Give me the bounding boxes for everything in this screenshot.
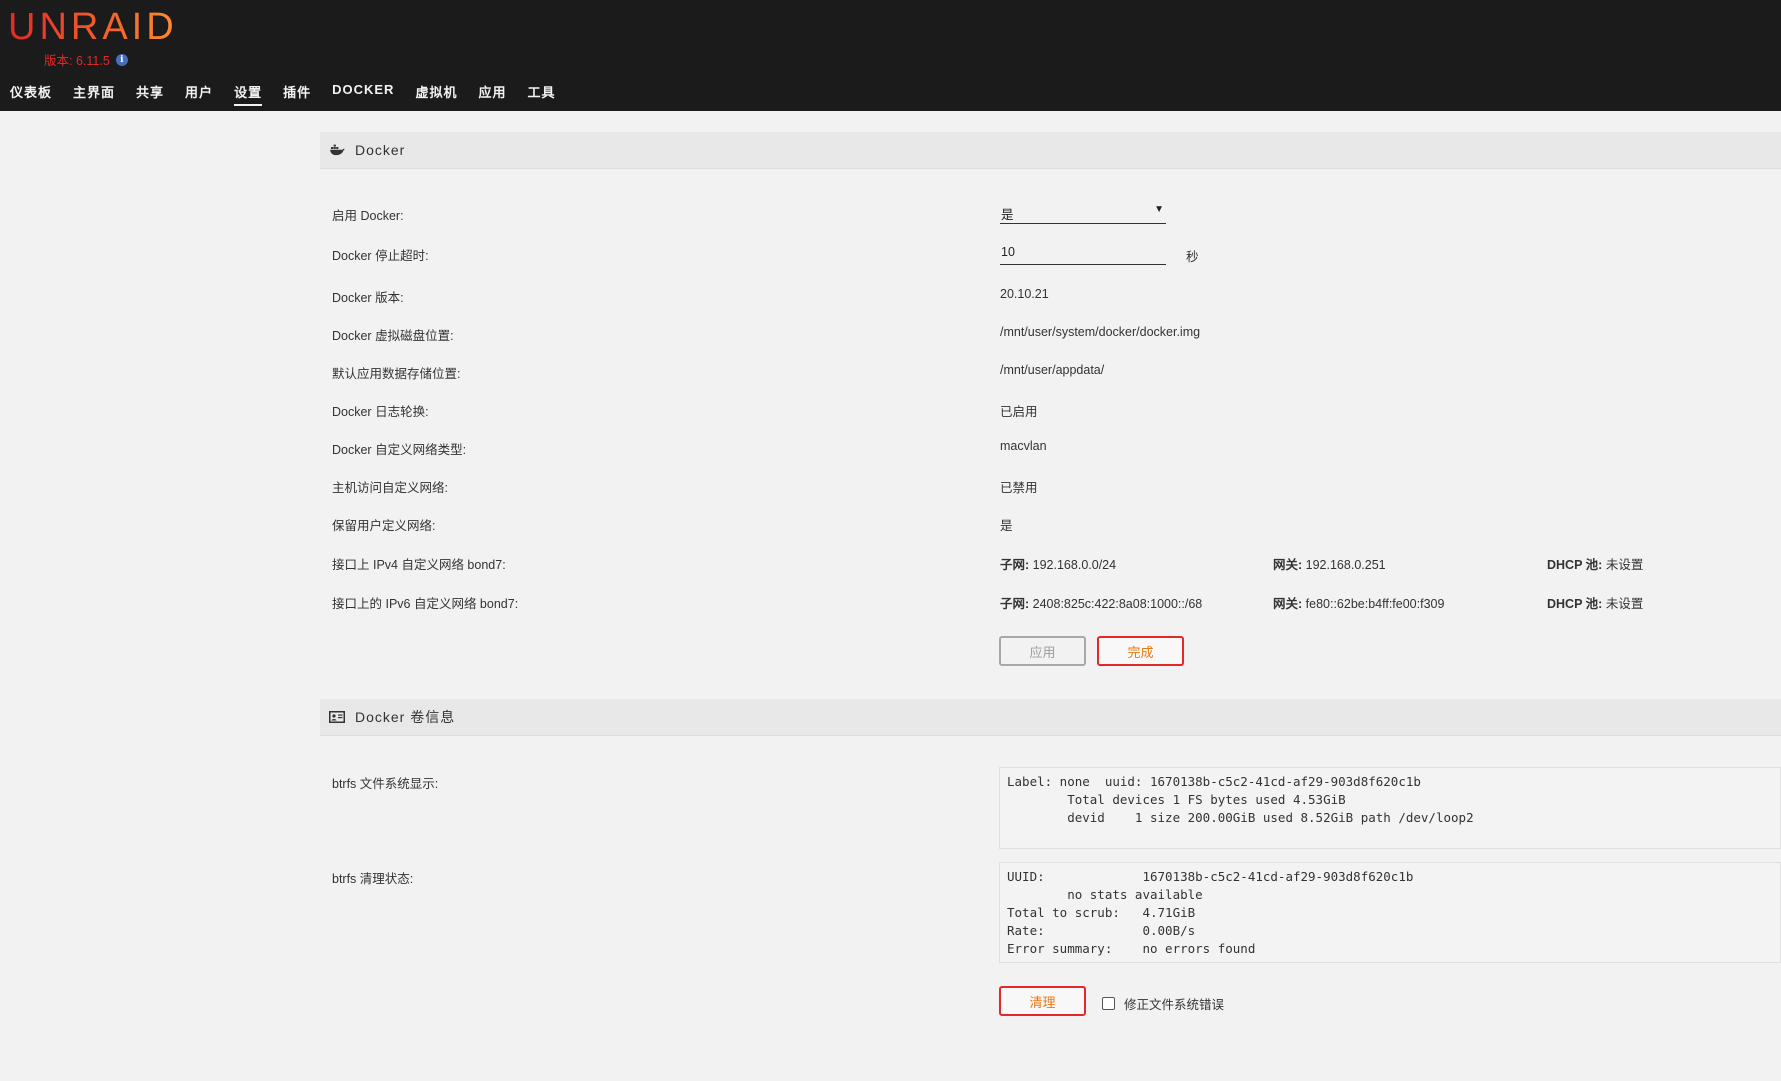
version-info: 版本: 6.11.5 i xyxy=(44,50,128,69)
vdisk-location-row: Docker 虚拟磁盘位置: /mnt/user/system/docker/d… xyxy=(332,325,1772,347)
stop-timeout-input[interactable]: 10 xyxy=(1000,242,1166,265)
ipv4-dhcp-pool: DHCP 池: 未设置 xyxy=(1547,558,1644,572)
network-type-row: Docker 自定义网络类型: macvlan xyxy=(332,439,1772,461)
appdata-location-row: 默认应用数据存储位置: /mnt/user/appdata/ xyxy=(332,363,1772,385)
preserve-networks-row: 保留用户定义网络: 是 xyxy=(332,515,1772,537)
enable-docker-value: 是 xyxy=(1001,208,1014,222)
ipv6-dhcp-pool: DHCP 池: 未设置 xyxy=(1547,597,1644,611)
host-access-row: 主机访问自定义网络: 已禁用 xyxy=(332,477,1772,499)
volume-info-section-header: Docker 卷信息 xyxy=(320,699,1781,736)
network-type-label: Docker 自定义网络类型: xyxy=(332,443,467,457)
enable-docker-label: 启用 Docker: xyxy=(332,209,404,223)
ipv4-gateway: 网关: 192.168.0.251 xyxy=(1273,558,1386,572)
version-text: 版本: 6.11.5 xyxy=(44,54,110,68)
docker-section-header: Docker xyxy=(320,132,1781,169)
main-nav: 仪表板 主界面 共享 用户 设置 插件 DOCKER 虚拟机 应用 工具 xyxy=(10,82,576,106)
appdata-location-value: /mnt/user/appdata/ xyxy=(1000,363,1105,377)
nav-settings[interactable]: 设置 xyxy=(234,82,263,106)
log-rotation-row: Docker 日志轮换: 已启用 xyxy=(332,401,1772,423)
ipv6-network-row: 接口上的 IPv6 自定义网络 bond7: 子网: 2408:825c:422… xyxy=(332,593,1772,615)
appdata-location-label: 默认应用数据存储位置: xyxy=(332,367,461,381)
ipv4-network-row: 接口上 IPv4 自定义网络 bond7: 子网: 192.168.0.0/24… xyxy=(332,554,1772,576)
top-header: UNRAID 版本: 6.11.5 i 仪表板 主界面 共享 用户 设置 插件 … xyxy=(0,0,1781,111)
docker-version-row: Docker 版本: 20.10.21 xyxy=(332,287,1772,309)
nav-apps[interactable]: 应用 xyxy=(478,82,506,106)
ipv4-network-label: 接口上 IPv4 自定义网络 bond7: xyxy=(332,558,506,572)
stop-timeout-unit: 秒 xyxy=(1186,250,1199,264)
nav-main[interactable]: 主界面 xyxy=(73,82,115,106)
nav-docker[interactable]: DOCKER xyxy=(332,82,394,106)
fix-errors-checkbox[interactable] xyxy=(1102,997,1115,1010)
log-rotation-value: 已启用 xyxy=(1000,405,1038,419)
host-access-label: 主机访问自定义网络: xyxy=(332,481,448,495)
nav-plugins[interactable]: 插件 xyxy=(283,82,311,106)
enable-docker-select[interactable]: 是 ▼ xyxy=(1000,201,1166,224)
btrfs-show-label: btrfs 文件系统显示: xyxy=(332,777,439,791)
docker-section-title: Docker xyxy=(355,142,406,158)
nav-users[interactable]: 用户 xyxy=(185,82,213,106)
docker-version-value: 20.10.21 xyxy=(1000,287,1049,301)
nav-vms[interactable]: 虚拟机 xyxy=(415,82,457,106)
nav-shares[interactable]: 共享 xyxy=(136,82,164,106)
stop-timeout-value: 10 xyxy=(1001,245,1015,259)
stop-timeout-label: Docker 停止超时: xyxy=(332,249,429,263)
preserve-networks-value: 是 xyxy=(1000,519,1013,533)
vdisk-location-label: Docker 虚拟磁盘位置: xyxy=(332,329,454,343)
volume-info-title: Docker 卷信息 xyxy=(355,709,456,725)
info-icon[interactable]: i xyxy=(115,53,128,66)
chevron-down-icon: ▼ xyxy=(1154,204,1164,215)
docker-whale-icon xyxy=(329,144,345,156)
ipv4-subnet: 子网: 192.168.0.0/24 xyxy=(1000,558,1117,572)
btrfs-scrub-output: UUID: 1670138b-c5c2-41cd-af29-903d8f620c… xyxy=(999,862,1781,963)
vdisk-location-value: /mnt/user/system/docker/docker.img xyxy=(1000,325,1201,339)
btrfs-scrub-label: btrfs 清理状态: xyxy=(332,872,414,886)
btrfs-show-output: Label: none uuid: 1670138b-c5c2-41cd-af2… xyxy=(999,767,1781,849)
apply-button[interactable]: 应用 xyxy=(999,636,1086,666)
scrub-button[interactable]: 清理 xyxy=(999,986,1086,1016)
nav-dashboard[interactable]: 仪表板 xyxy=(10,82,52,106)
docker-version-label: Docker 版本: xyxy=(332,291,404,305)
done-button[interactable]: 完成 xyxy=(1097,636,1184,666)
ipv6-gateway: 网关: fe80::62be:b4ff:fe00:f309 xyxy=(1273,597,1445,611)
fix-errors-label: 修正文件系统错误 xyxy=(1124,998,1225,1012)
network-type-value: macvlan xyxy=(1000,439,1047,453)
log-rotation-label: Docker 日志轮换: xyxy=(332,405,429,419)
unraid-logo[interactable]: UNRAID xyxy=(8,2,178,52)
ipv6-network-label: 接口上的 IPv6 自定义网络 bond7: xyxy=(332,597,519,611)
host-access-value: 已禁用 xyxy=(1000,481,1038,495)
nav-tools[interactable]: 工具 xyxy=(527,82,555,106)
id-card-icon xyxy=(329,711,345,723)
ipv6-subnet: 子网: 2408:825c:422:8a08:1000::/68 xyxy=(1000,597,1203,611)
preserve-networks-label: 保留用户定义网络: xyxy=(332,519,436,533)
